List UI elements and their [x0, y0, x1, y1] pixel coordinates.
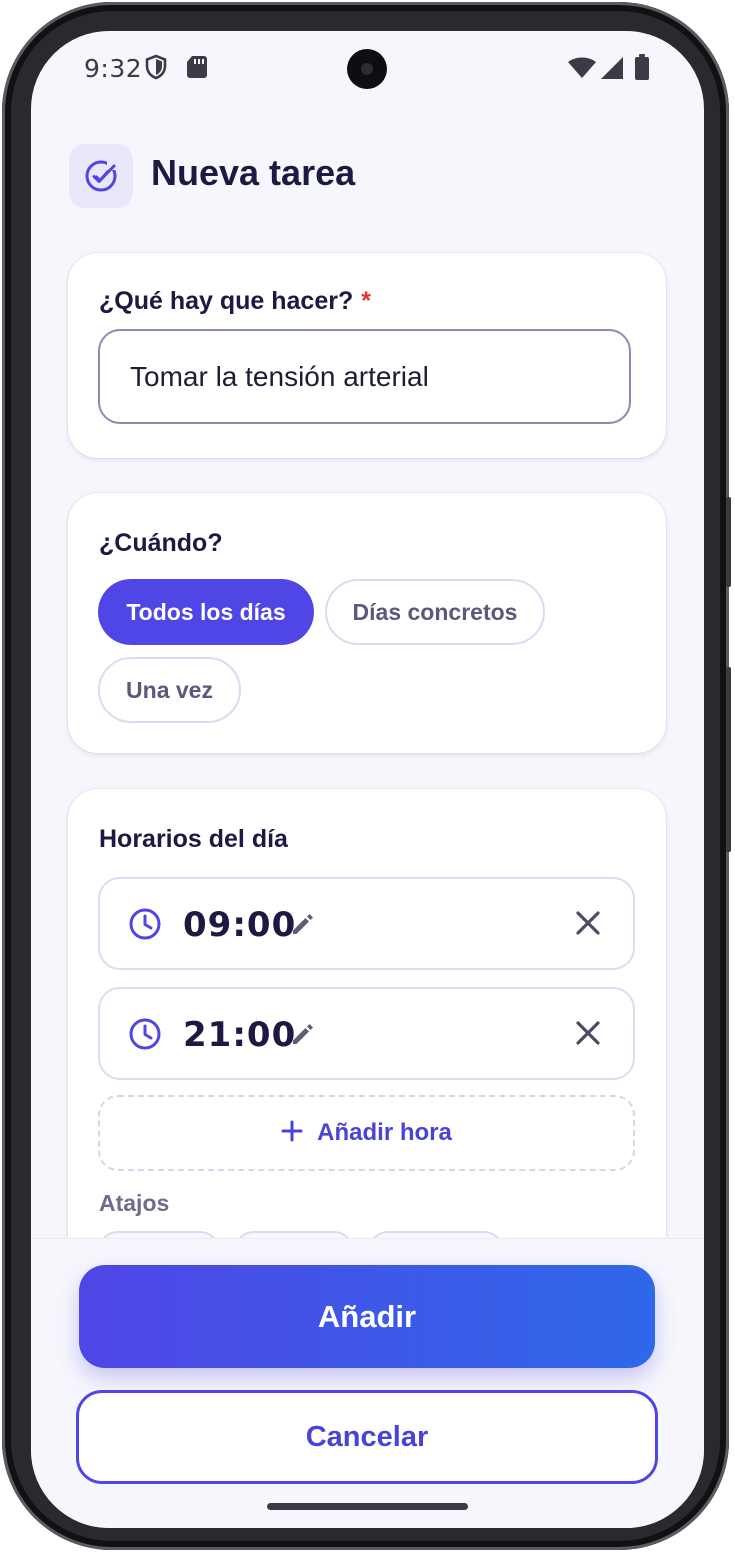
cell-signal-icon: [600, 56, 624, 85]
required-mark: *: [361, 287, 371, 315]
task-label-text: ¿Qué hay que hacer?: [99, 287, 354, 315]
edit-pencil-icon[interactable]: [290, 1021, 316, 1052]
remove-time-close-icon[interactable]: [574, 909, 602, 942]
power-button: [726, 497, 731, 587]
time-row[interactable]: 09:00: [98, 877, 635, 970]
time-row[interactable]: 21:00: [98, 987, 635, 1080]
add-time-button[interactable]: Añadir hora: [98, 1095, 635, 1171]
check-circle-icon: [69, 144, 133, 208]
when-label: ¿Cuándo?: [99, 529, 223, 557]
home-indicator[interactable]: [267, 1503, 468, 1510]
status-time: 9:32: [84, 54, 143, 83]
when-card: ¿Cuándo? Todos los días Días concretos U…: [68, 493, 666, 753]
plus-icon: [281, 1120, 303, 1147]
task-card: ¿Qué hay que hacer? *: [68, 253, 666, 458]
edit-pencil-icon[interactable]: [290, 911, 316, 942]
time-value: 09:00: [183, 905, 297, 945]
cancel-button[interactable]: Cancelar: [76, 1390, 658, 1484]
page-title: Nueva tarea: [151, 152, 356, 193]
add-time-label: Añadir hora: [317, 1119, 452, 1146]
shield-icon: [144, 54, 168, 85]
page-header: Nueva tarea: [69, 144, 669, 208]
status-bar: 9:32: [31, 31, 704, 111]
sd-card-icon: [186, 55, 208, 84]
screen: 9:32 Nueva tarea ¿Qué hay que hacer? * T…: [31, 31, 704, 1528]
remove-time-close-icon[interactable]: [574, 1019, 602, 1052]
front-camera: [347, 49, 387, 89]
phone-frame: 9:32 Nueva tarea ¿Qué hay que hacer? * T…: [2, 2, 731, 1550]
wifi-icon: [567, 57, 597, 84]
battery-icon: [634, 54, 650, 86]
schedule-label: Horarios del día: [99, 825, 288, 853]
footer-actions: Añadir Cancelar: [31, 1238, 704, 1528]
option-todos-los-dias-chip[interactable]: Todos los días: [98, 579, 314, 645]
option-dias-concretos-chip[interactable]: Días concretos: [325, 579, 545, 645]
option-una-vez-chip[interactable]: Una vez: [98, 657, 241, 723]
clock-icon: [128, 1017, 162, 1056]
volume-button: [726, 667, 731, 852]
clock-icon: [128, 907, 162, 946]
task-label: ¿Qué hay que hacer? *: [99, 287, 371, 316]
shortcuts-label: Atajos: [99, 1190, 170, 1216]
add-button[interactable]: Añadir: [79, 1265, 655, 1368]
time-value: 21:00: [183, 1015, 297, 1055]
task-input[interactable]: [98, 329, 631, 424]
schedule-card: Horarios del día 09:00 21:00 Añadir hora…: [68, 789, 666, 1309]
